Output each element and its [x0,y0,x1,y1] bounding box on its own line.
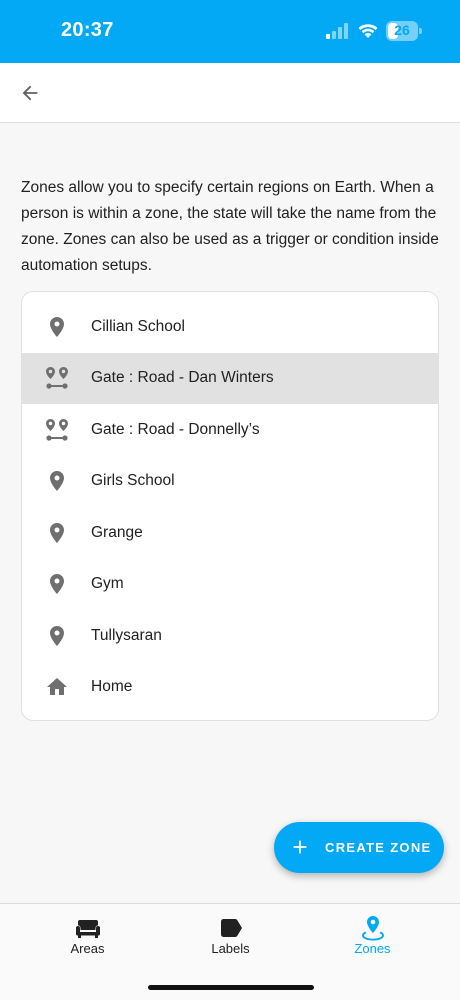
tab-zones-label: Zones [354,941,391,956]
zones-page: 20:37 26 Zones allow you to specify cert… [0,0,460,1000]
map-marker-icon [44,623,70,649]
zone-label: Tullysaran [91,626,162,644]
tab-labels-label: Labels [211,941,250,956]
zone-label: Girls School [91,472,175,490]
map-marker-radius-icon [360,916,386,941]
status-bar: 20:37 26 [0,0,460,63]
map-marker-icon [44,314,70,340]
label-icon [218,916,244,940]
zone-item[interactable]: Gym [22,559,438,611]
zone-list: Cillian School Gate : Road - Dan Winters [21,291,439,721]
tab-areas-label: Areas [70,941,105,956]
map-marker-icon [44,520,70,546]
tab-areas[interactable]: Areas [11,904,164,970]
battery-level: 26 [394,22,410,38]
map-marker-path-icon [44,417,70,443]
signal-icon [326,23,348,39]
tab-zones[interactable]: Zones [296,904,449,970]
arrow-left-icon [22,85,38,101]
wifi-icon [358,24,378,38]
app-header [0,63,460,123]
zone-item[interactable]: Girls School [22,456,438,508]
home-icon [44,674,70,700]
map-marker-icon [44,468,70,494]
zone-item[interactable]: Cillian School [22,301,438,353]
tab-labels[interactable]: Labels [154,904,307,970]
back-button[interactable] [14,77,46,109]
create-zone-button[interactable]: CREATE ZONE [274,822,444,873]
home-indicator[interactable] [148,985,314,990]
sofa-icon [75,916,101,940]
zone-item[interactable]: Home [22,662,438,714]
status-time: 20:37 [61,19,114,41]
zone-label: Grange [91,523,143,541]
battery-icon: 26 [386,21,422,41]
zone-label: Cillian School [91,317,185,335]
zone-item[interactable]: Gate : Road - Dan Winters [22,352,438,404]
zones-description: Zones allow you to specify certain regio… [21,179,439,274]
zone-item[interactable]: Gate : Road - Donnelly’s [22,404,438,456]
zone-label: Gate : Road - Donnelly’s [91,420,260,438]
zone-label: Home [91,678,133,696]
map-marker-path-icon [44,365,70,391]
plus-icon [293,840,307,854]
zone-item[interactable]: Tullysaran [22,610,438,662]
zone-label: Gate : Road - Dan Winters [91,369,274,387]
create-zone-label: CREATE ZONE [325,840,432,855]
map-marker-icon [44,571,70,597]
zone-label: Gym [91,575,124,593]
zone-item[interactable]: Grange [22,507,438,559]
